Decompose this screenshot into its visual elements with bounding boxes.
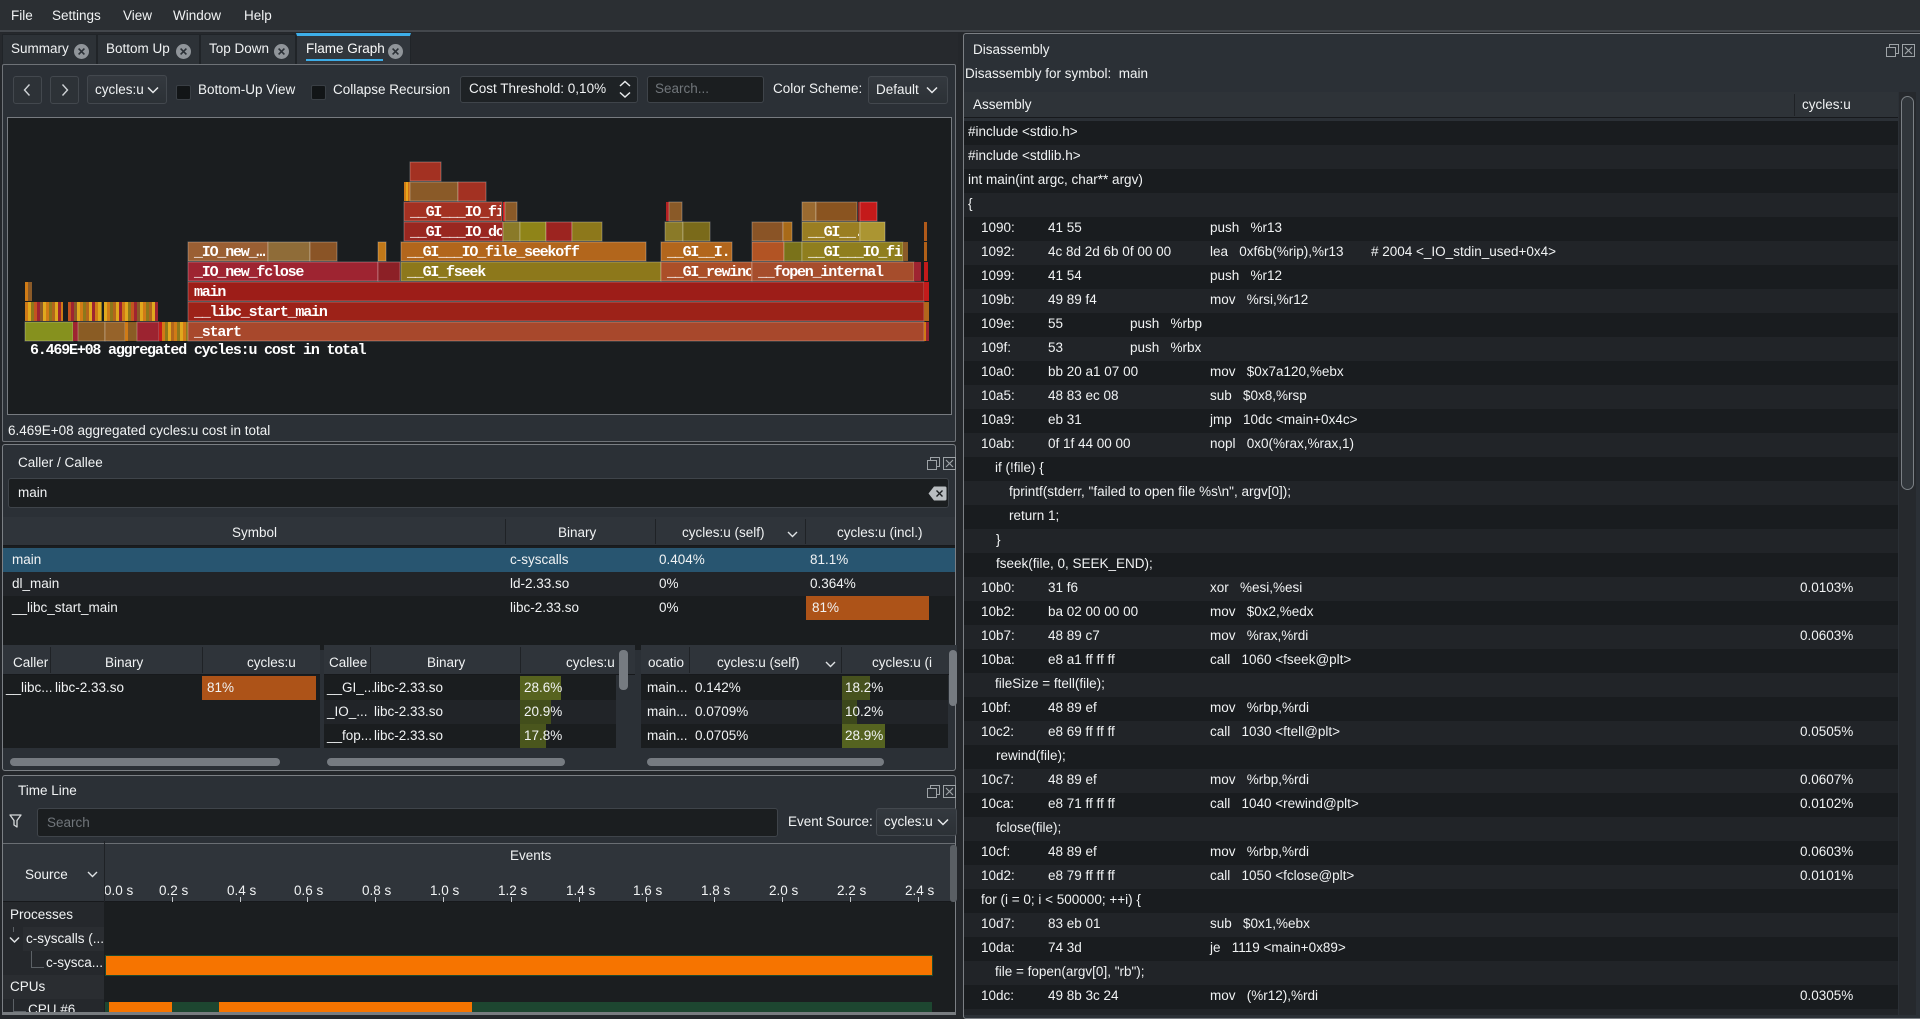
svg-text:_start: _start	[193, 324, 241, 341]
svg-text:__fopen_internal: __fopen_internal	[757, 264, 884, 281]
svg-text:_IO_new_fclose: _IO_new_fclose	[193, 264, 304, 281]
svg-text:6.469E+08 aggregated cycles:u: 6.469E+08 aggregated cycles:u cost in to…	[30, 342, 367, 359]
svg-text:__GI___IO_file: __GI___IO_file	[807, 244, 918, 261]
svg-text:__GI___IO_fil: __GI___IO_fil	[409, 204, 513, 221]
svg-text:__GI__I.: __GI__I.	[666, 244, 729, 261]
svg-text:_IO_new_…: _IO_new_…	[193, 244, 265, 261]
svg-text:__GI___IO_file_seekoff: __GI___IO_file_seekoff	[406, 244, 580, 261]
svg-text:__GI_fseek: __GI_fseek	[406, 264, 486, 281]
svg-text:__GI_rewinc: __GI_rewinc	[666, 264, 754, 281]
svg-text:__libc_start_main: __libc_start_main	[193, 304, 328, 321]
svg-text:__GI__.: __GI__.	[807, 224, 863, 241]
svg-text:main: main	[194, 284, 226, 301]
